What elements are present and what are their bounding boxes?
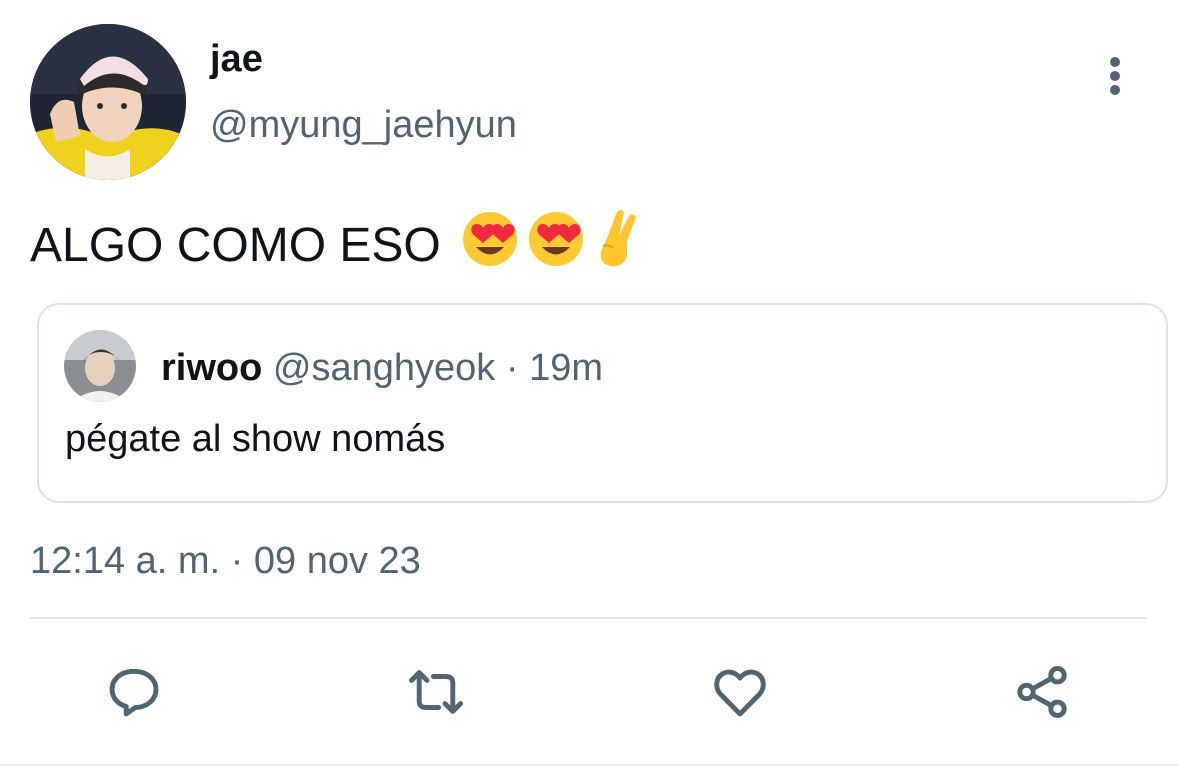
- author-handle[interactable]: @myung_jaehyun: [210, 104, 517, 147]
- quoted-tweet[interactable]: riwoo @sanghyeok · 19m pégate al show no…: [37, 303, 1168, 503]
- tweet-timestamp[interactable]: 12:14 a. m. · 09 nov 23: [30, 540, 421, 583]
- quoted-name[interactable]: riwoo: [161, 347, 262, 389]
- like-icon[interactable]: [708, 660, 772, 724]
- tweet-text: ALGO COMO ESO: [30, 208, 643, 282]
- quoted-separator: ·: [495, 347, 530, 389]
- heart-eyes-emoji-icon: [527, 210, 585, 280]
- author-avatar[interactable]: [30, 24, 186, 180]
- author-name[interactable]: jae: [210, 38, 263, 81]
- heart-eyes-emoji-icon: [461, 210, 519, 280]
- retweet-icon[interactable]: [404, 660, 468, 724]
- tweet-text-content: ALGO COMO ESO: [30, 218, 441, 272]
- divider: [30, 617, 1147, 619]
- bottom-divider: [0, 764, 1179, 766]
- quoted-header: riwoo @sanghyeok · 19m: [161, 347, 603, 390]
- more-options-icon[interactable]: [1098, 52, 1132, 100]
- share-icon[interactable]: [1010, 660, 1074, 724]
- quoted-avatar[interactable]: [64, 330, 136, 402]
- quoted-handle[interactable]: @sanghyeok: [273, 347, 495, 389]
- crossed-fingers-emoji-icon: [593, 208, 643, 282]
- reply-icon[interactable]: [102, 660, 166, 724]
- quoted-text: pégate al show nomás: [65, 418, 446, 460]
- quoted-time: 19m: [529, 347, 603, 389]
